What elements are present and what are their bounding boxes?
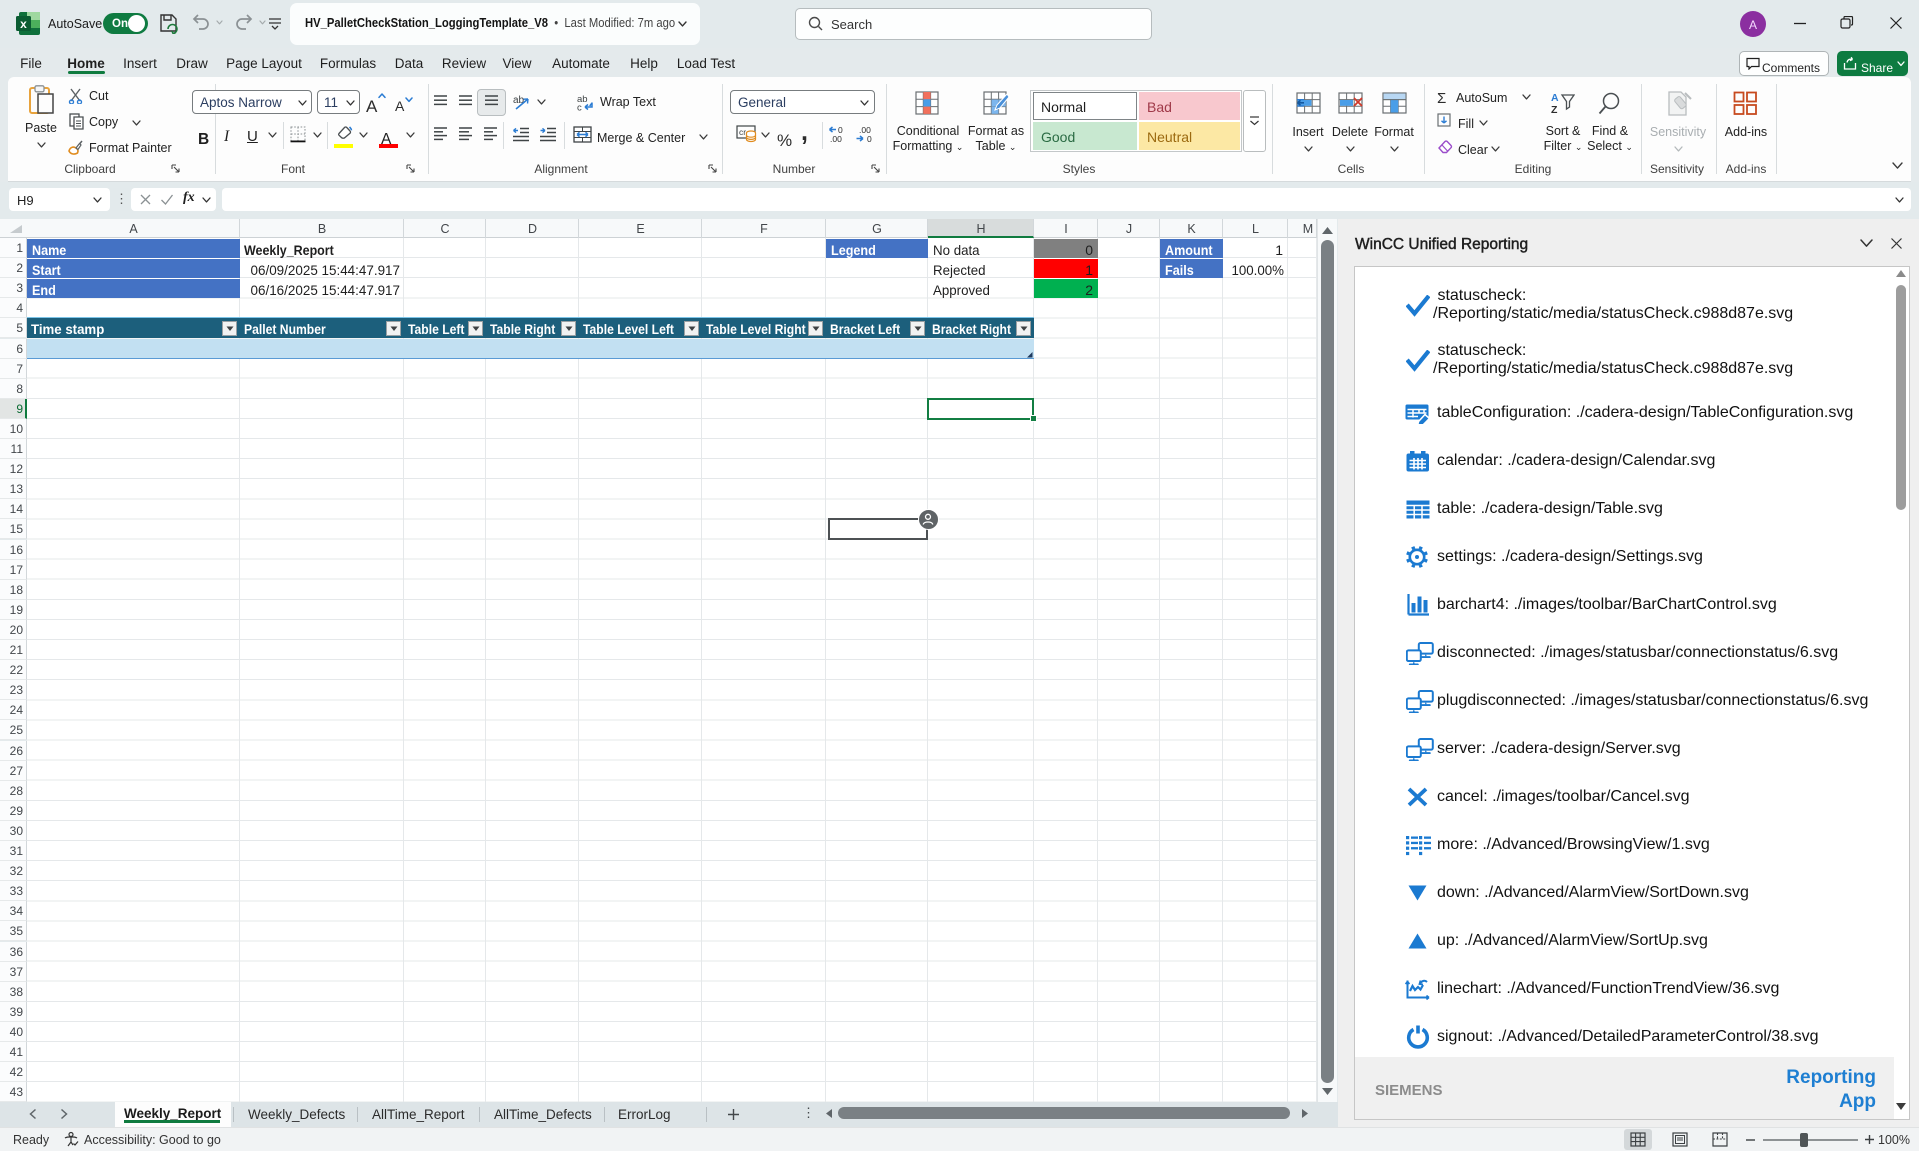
svg-text:x: x <box>20 17 27 31</box>
svg-text:Z: Z <box>1551 104 1558 116</box>
svg-text:c: c <box>577 103 582 112</box>
svg-text:A: A <box>1551 92 1559 104</box>
